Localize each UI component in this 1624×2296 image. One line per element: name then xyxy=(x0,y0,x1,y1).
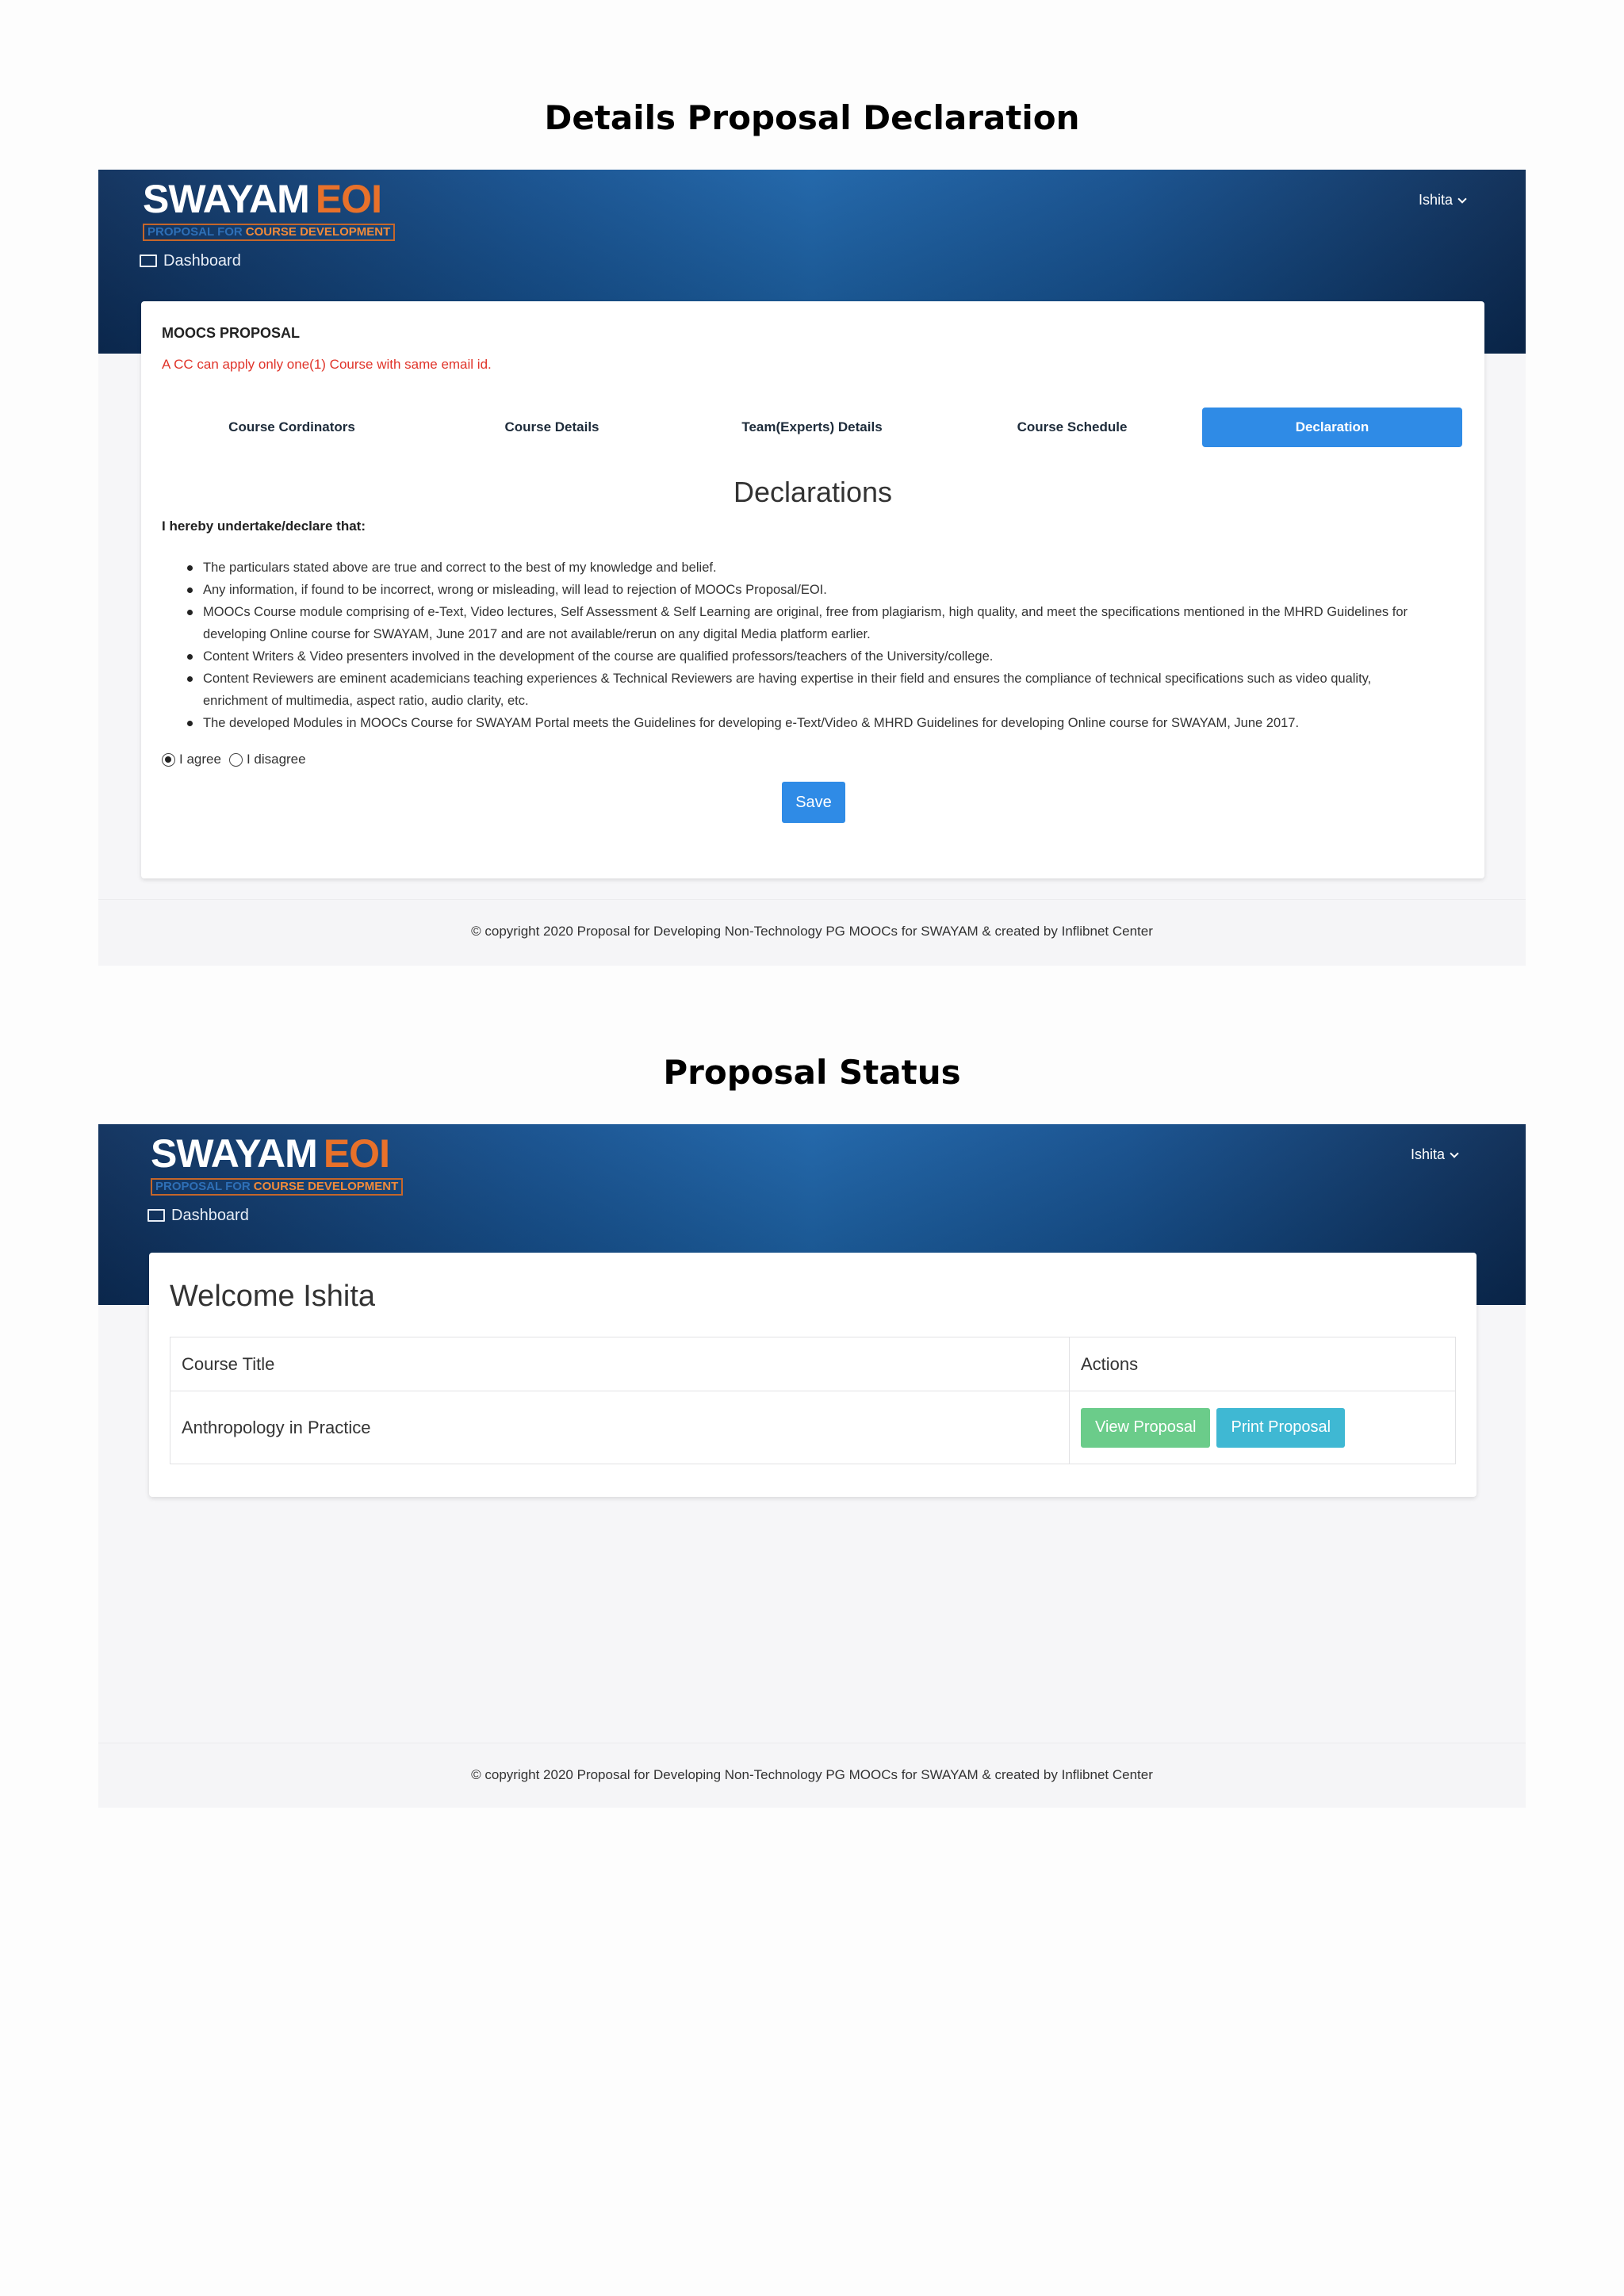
list-item: Content Reviewers are eminent academicia… xyxy=(186,668,1438,712)
chevron-down-icon xyxy=(1450,1148,1459,1158)
nav-dashboard-label: Dashboard xyxy=(171,1207,249,1224)
logo-subtitle: PROPOSAL FOR COURSE DEVELOPMENT xyxy=(151,1178,404,1196)
agreement-radio-group: I agree I disagree xyxy=(162,752,306,767)
list-item: Any information, if found to be incorrec… xyxy=(186,579,1438,601)
moocs-proposal-card: MOOCS PROPOSAL A CC can apply only one(1… xyxy=(141,301,1484,878)
logo-text-main: SWAYAM xyxy=(143,177,310,221)
disagree-label: I disagree xyxy=(246,752,306,767)
monitor-icon xyxy=(147,1208,165,1223)
disagree-option[interactable]: I disagree xyxy=(228,752,306,767)
proposal-table: Course Title Actions Anthropology in Pra… xyxy=(170,1337,1456,1464)
section-heading-status: Proposal Status xyxy=(663,1053,961,1092)
declaration-list: The particulars stated above are true an… xyxy=(186,557,1438,734)
tab-team-details[interactable]: Team(Experts) Details xyxy=(682,408,942,447)
view-proposal-button[interactable]: View Proposal xyxy=(1081,1407,1211,1448)
user-menu[interactable]: Ishita xyxy=(1410,1146,1459,1163)
nav-dashboard[interactable]: Dashboard xyxy=(147,1207,249,1225)
tab-course-schedule[interactable]: Course Schedule xyxy=(942,408,1202,447)
user-menu[interactable]: Ishita xyxy=(1418,192,1467,209)
column-header-course-title: Course Title xyxy=(170,1337,1070,1391)
agree-label: I agree xyxy=(179,752,221,767)
nav-dashboard[interactable]: Dashboard xyxy=(140,252,241,270)
disagree-radio[interactable] xyxy=(228,752,243,767)
logo-text-main: SWAYAM xyxy=(151,1131,318,1176)
card-note: A CC can apply only one(1) Course with s… xyxy=(162,357,492,372)
user-name: Ishita xyxy=(1418,192,1453,208)
swayam-eoi-logo[interactable]: SWAYAM EOI PROPOSAL FOR COURSE DEVELOPME… xyxy=(143,176,396,241)
proposal-status-screenshot: SWAYAM EOI PROPOSAL FOR COURSE DEVELOPME… xyxy=(98,1124,1526,1808)
table-header-row: Course Title Actions xyxy=(170,1337,1456,1391)
list-item: MOOCs Course module comprising of e-Text… xyxy=(186,601,1438,645)
tab-course-details[interactable]: Course Details xyxy=(422,408,682,447)
footer-copyright: © copyright 2020 Proposal for Developing… xyxy=(98,899,1526,966)
table-row: Anthropology in Practice View Proposal P… xyxy=(170,1391,1456,1464)
chevron-down-icon xyxy=(1457,193,1467,204)
declarations-subtitle: I hereby undertake/declare that: xyxy=(162,519,366,534)
card-title: MOOCS PROPOSAL xyxy=(162,325,301,341)
footer-copyright: © copyright 2020 Proposal for Developing… xyxy=(98,1743,1526,1808)
tab-declaration[interactable]: Declaration xyxy=(1202,408,1462,447)
welcome-title: Welcome Ishita xyxy=(170,1280,376,1313)
proposal-status-card: Welcome Ishita Course Title Actions Anth… xyxy=(149,1253,1477,1497)
declaration-screenshot: SWAYAM EOI PROPOSAL FOR COURSE DEVELOPME… xyxy=(98,170,1526,966)
nav-dashboard-label: Dashboard xyxy=(163,252,241,270)
actions-cell: View Proposal Print Proposal xyxy=(1069,1391,1456,1464)
agree-option[interactable]: I agree xyxy=(162,752,221,767)
proposal-tabs: Course Cordinators Course Details Team(E… xyxy=(162,408,1462,447)
user-name: Ishita xyxy=(1410,1146,1445,1162)
column-header-actions: Actions xyxy=(1069,1337,1456,1391)
list-item: The developed Modules in MOOCs Course fo… xyxy=(186,712,1438,734)
print-proposal-button[interactable]: Print Proposal xyxy=(1216,1407,1346,1448)
swayam-eoi-logo[interactable]: SWAYAM EOI PROPOSAL FOR COURSE DEVELOPME… xyxy=(151,1131,404,1196)
monitor-icon xyxy=(140,254,157,269)
declarations-title: Declarations xyxy=(733,476,893,508)
logo-subtitle: PROPOSAL FOR COURSE DEVELOPMENT xyxy=(143,224,396,241)
logo-text-accent: EOI xyxy=(323,1131,390,1176)
list-item: Content Writers & Video presenters invol… xyxy=(186,645,1438,668)
section-heading-declaration: Details Proposal Declaration xyxy=(544,98,1080,137)
logo-text-accent: EOI xyxy=(315,177,382,221)
save-button[interactable]: Save xyxy=(782,782,845,823)
course-title-cell: Anthropology in Practice xyxy=(170,1391,1070,1464)
tab-course-cordinators[interactable]: Course Cordinators xyxy=(162,408,422,447)
agree-radio[interactable] xyxy=(162,752,175,767)
list-item: The particulars stated above are true an… xyxy=(186,557,1438,579)
